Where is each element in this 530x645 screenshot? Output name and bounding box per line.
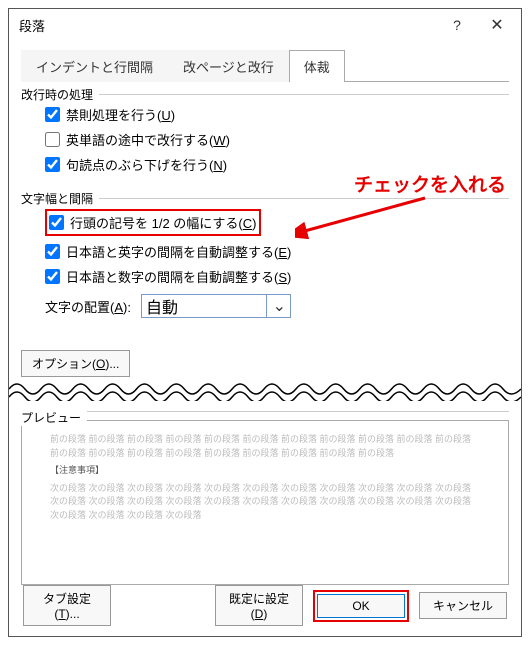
jp-en-spacing-label: 日本語と英字の間隔を自動調整する(E) xyxy=(66,242,291,261)
hanging-punct-label: 句読点のぶら下げを行う(N) xyxy=(66,155,227,174)
preview-text-after: 次の段落 次の段落 次の段落 次の段落 次の段落 次の段落 次の段落 次の段落 … xyxy=(50,482,480,523)
text-alignment-select[interactable]: 自動 ⌄ xyxy=(141,294,291,318)
paragraph-dialog: 段落 ? ✕ インデントと行間隔 改ページと改行 体裁 改行時の処理 禁則処理を… xyxy=(8,8,522,637)
hanging-punct-checkbox[interactable] xyxy=(45,157,60,172)
half-width-highlight: 行頭の記号を 1/2 の幅にする(C) xyxy=(45,209,261,236)
cut-decoration xyxy=(9,387,521,407)
group-linebreak-label: 改行時の処理 xyxy=(21,86,99,103)
tab-typography[interactable]: 体裁 xyxy=(289,50,345,82)
jp-en-spacing-checkbox[interactable] xyxy=(45,244,60,259)
text-alignment-label: 文字の配置(A): xyxy=(45,297,131,316)
preview-group: プレビュー xyxy=(21,411,509,412)
group-spacing: 文字幅と間隔 行頭の記号を 1/2 の幅にする(C) 日本語と英字の間隔を自動調… xyxy=(21,198,509,332)
tab-indent[interactable]: インデントと行間隔 xyxy=(21,50,168,82)
jp-num-spacing-row[interactable]: 日本語と数字の間隔を自動調整する(S) xyxy=(45,267,509,286)
close-icon: ✕ xyxy=(490,15,503,35)
text-alignment-value: 自動 xyxy=(146,294,178,318)
word-break-checkbox[interactable] xyxy=(45,132,60,147)
word-break-row[interactable]: 英単語の途中で改行する(W) xyxy=(45,130,509,149)
half-width-label: 行頭の記号を 1/2 の幅にする(C) xyxy=(70,213,257,232)
word-break-label: 英単語の途中で改行する(W) xyxy=(66,130,230,149)
titlebar: 段落 ? ✕ xyxy=(9,9,521,41)
ok-button[interactable]: OK xyxy=(317,594,405,618)
text-alignment-row: 文字の配置(A): 自動 ⌄ xyxy=(45,294,509,318)
close-button[interactable]: ✕ xyxy=(477,11,517,39)
tab-settings-button[interactable]: タブ設定(T)... xyxy=(23,585,111,626)
half-width-row[interactable]: 行頭の記号を 1/2 の幅にする(C) xyxy=(49,213,257,232)
jp-num-spacing-label: 日本語と数字の間隔を自動調整する(S) xyxy=(66,267,291,286)
annotation-arrow xyxy=(295,194,435,244)
ok-highlight: OK xyxy=(313,590,409,622)
footer: タブ設定(T)... 既定に設定(D) OK キャンセル xyxy=(23,585,507,626)
kinsoku-label: 禁則処理を行う(U) xyxy=(66,105,175,124)
preview-label: プレビュー xyxy=(21,409,87,426)
help-icon: ? xyxy=(453,17,461,33)
window-title: 段落 xyxy=(19,16,437,35)
group-spacing-label: 文字幅と間隔 xyxy=(21,190,99,207)
set-default-button[interactable]: 既定に設定(D) xyxy=(215,585,303,626)
chevron-down-icon: ⌄ xyxy=(266,295,286,317)
preview-text-before: 前の段落 前の段落 前の段落 前の段落 前の段落 前の段落 前の段落 前の段落 … xyxy=(50,433,480,460)
preview-box: 前の段落 前の段落 前の段落 前の段落 前の段落 前の段落 前の段落 前の段落 … xyxy=(21,420,509,585)
kinsoku-checkbox[interactable] xyxy=(45,107,60,122)
tab-bar: インデントと行間隔 改ページと改行 体裁 xyxy=(21,49,509,82)
jp-en-spacing-row[interactable]: 日本語と英字の間隔を自動調整する(E) xyxy=(45,242,509,261)
annotation-text: チェックを入れる xyxy=(354,170,506,197)
tab-pagebreak[interactable]: 改ページと改行 xyxy=(168,50,289,82)
options-button[interactable]: オプション(O)... xyxy=(21,350,130,377)
jp-num-spacing-checkbox[interactable] xyxy=(45,269,60,284)
cancel-button[interactable]: キャンセル xyxy=(419,592,507,619)
preview-text-current: 【注意事項】 xyxy=(50,464,480,478)
kinsoku-row[interactable]: 禁則処理を行う(U) xyxy=(45,105,509,124)
help-button[interactable]: ? xyxy=(437,11,477,39)
half-width-checkbox[interactable] xyxy=(49,215,64,230)
